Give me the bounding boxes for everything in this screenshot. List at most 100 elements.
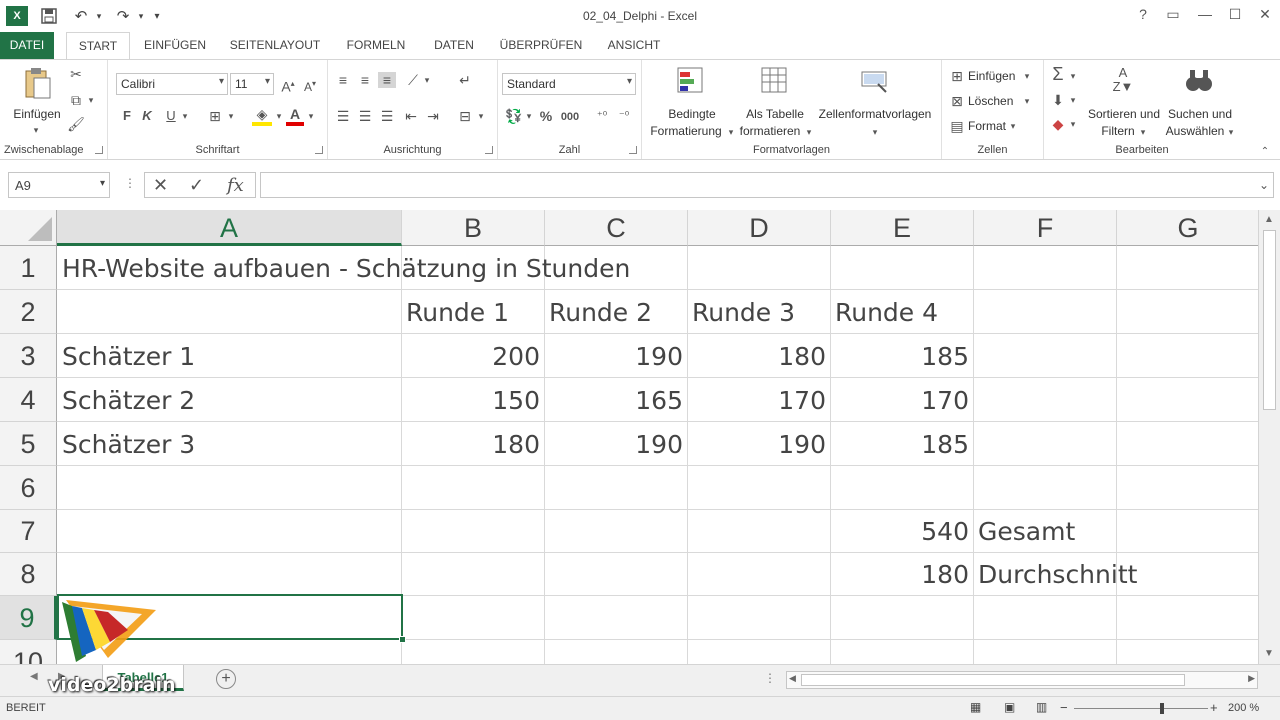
fill-color-icon[interactable]: ◈ bbox=[252, 106, 272, 126]
format-as-table-icon[interactable] bbox=[758, 66, 792, 100]
vertical-scrollbar[interactable]: ▲ ▼ bbox=[1258, 210, 1280, 664]
align-right-icon[interactable]: ☰ bbox=[378, 108, 396, 124]
row-header-2[interactable]: 2 bbox=[0, 290, 57, 334]
shrink-font-icon[interactable]: A▾ bbox=[302, 76, 318, 95]
cell-e3[interactable]: 185 bbox=[831, 342, 969, 371]
orientation-dropdown-icon[interactable]: ▾ bbox=[422, 72, 432, 88]
cell-c3[interactable]: 190 bbox=[545, 342, 683, 371]
row-header-5[interactable]: 5 bbox=[0, 422, 57, 466]
find-select-icon[interactable] bbox=[1182, 66, 1216, 100]
alignment-launcher-icon[interactable] bbox=[485, 146, 493, 154]
tab-start[interactable]: START bbox=[66, 32, 130, 60]
format-dropdown-icon[interactable]: ▾ bbox=[1008, 118, 1018, 134]
font-color-icon[interactable]: A bbox=[286, 106, 304, 126]
cell-styles-icon[interactable] bbox=[858, 66, 892, 100]
copy-icon[interactable]: ⧉ bbox=[66, 92, 86, 108]
column-header-d[interactable]: D bbox=[688, 210, 831, 246]
decrease-indent-icon[interactable]: ⇤ bbox=[402, 108, 420, 124]
tab-insert[interactable]: EINFÜGEN bbox=[136, 32, 214, 59]
tab-split-icon[interactable]: ⋮ bbox=[764, 671, 776, 685]
bold-button[interactable]: F bbox=[120, 108, 134, 124]
cell-e7[interactable]: 540 bbox=[831, 517, 969, 546]
select-all-corner[interactable] bbox=[0, 210, 57, 246]
orientation-icon[interactable]: ⟋ bbox=[404, 72, 422, 88]
cell-d4[interactable]: 170 bbox=[688, 386, 826, 415]
zoom-slider-thumb[interactable] bbox=[1160, 703, 1164, 714]
zoom-in-icon[interactable]: + bbox=[1210, 700, 1218, 715]
font-color-dropdown-icon[interactable]: ▾ bbox=[306, 108, 316, 124]
fill-icon[interactable]: ⬇ bbox=[1048, 92, 1068, 108]
sort-filter-icon[interactable]: A Z▼ bbox=[1106, 66, 1140, 100]
cell-f7[interactable]: Gesamt bbox=[978, 517, 1075, 546]
font-size-combo[interactable]: 11 ▾ bbox=[230, 73, 274, 95]
delete-cells-button[interactable]: Löschen bbox=[968, 93, 1018, 109]
maximize-button[interactable]: ☐ bbox=[1222, 6, 1248, 26]
cell-d5[interactable]: 190 bbox=[688, 430, 826, 459]
cell-e4[interactable]: 170 bbox=[831, 386, 969, 415]
format-as-table-label-1[interactable]: Als Tabelle bbox=[740, 106, 810, 122]
insert-function-icon[interactable]: fx bbox=[227, 175, 244, 196]
column-header-f[interactable]: F bbox=[974, 210, 1117, 246]
align-center-icon[interactable]: ☰ bbox=[356, 108, 374, 124]
cell-c2[interactable]: Runde 2 bbox=[549, 298, 652, 327]
delete-cells-icon[interactable]: ⊠ bbox=[948, 93, 966, 109]
cell-c5[interactable]: 190 bbox=[545, 430, 683, 459]
cell-b5[interactable]: 180 bbox=[402, 430, 540, 459]
find-select-dropdown-icon[interactable]: ▾ bbox=[1226, 124, 1236, 140]
accounting-format-icon[interactable]: 💱 bbox=[504, 108, 524, 124]
cell-c4[interactable]: 165 bbox=[545, 386, 683, 415]
conditional-formatting-icon[interactable] bbox=[674, 66, 708, 100]
row-header-1[interactable]: 1 bbox=[0, 246, 57, 290]
format-painter-icon[interactable]: 🖌 bbox=[66, 116, 86, 132]
collapse-ribbon-icon[interactable]: ⌃ bbox=[1258, 144, 1272, 160]
tab-data[interactable]: DATEN bbox=[424, 32, 484, 59]
scroll-left-icon[interactable]: ◀ bbox=[789, 673, 796, 684]
column-header-g[interactable]: G bbox=[1117, 210, 1258, 246]
cell-a5[interactable]: Schätzer 3 bbox=[62, 430, 195, 459]
wrap-text-icon[interactable]: ↵ bbox=[456, 72, 474, 88]
row-header-3[interactable]: 3 bbox=[0, 334, 57, 378]
cell-styles-label[interactable]: Zellenformatvorlagen bbox=[814, 106, 936, 122]
merge-center-icon[interactable]: ⊟ bbox=[456, 108, 474, 124]
zoom-level[interactable]: 200 % bbox=[1228, 702, 1259, 714]
cell-b4[interactable]: 150 bbox=[402, 386, 540, 415]
cut-icon[interactable]: ✂ bbox=[66, 66, 86, 82]
align-middle-icon[interactable]: ≡ bbox=[356, 72, 374, 88]
cell-a3[interactable]: Schätzer 1 bbox=[62, 342, 195, 371]
tab-formulas[interactable]: FORMELN bbox=[336, 32, 416, 59]
align-bottom-icon[interactable]: ≡ bbox=[378, 72, 396, 88]
underline-button[interactable]: U bbox=[164, 108, 178, 124]
cell-d2[interactable]: Runde 3 bbox=[692, 298, 795, 327]
ribbon-display-options-icon[interactable]: ▭ bbox=[1160, 6, 1186, 26]
increase-indent-icon[interactable]: ⇥ bbox=[424, 108, 442, 124]
insert-dropdown-icon[interactable]: ▾ bbox=[1022, 68, 1032, 84]
fill-color-dropdown-icon[interactable]: ▾ bbox=[274, 108, 284, 124]
cell-a1[interactable]: HR-Website aufbauen - Schätzung in Stund… bbox=[62, 254, 630, 283]
decrease-decimal-icon[interactable]: ⁻⁰ bbox=[614, 108, 634, 124]
zoom-out-icon[interactable]: − bbox=[1060, 700, 1068, 715]
increase-decimal-icon[interactable]: ⁺⁰ bbox=[592, 108, 612, 124]
format-as-table-label-2[interactable]: formatieren bbox=[734, 123, 806, 139]
horizontal-scrollbar[interactable]: ◀ ▶ bbox=[786, 671, 1258, 689]
cell-styles-dropdown-icon[interactable]: ▾ bbox=[870, 124, 880, 140]
scroll-right-icon[interactable]: ▶ bbox=[1248, 673, 1255, 684]
borders-dropdown-icon[interactable]: ▾ bbox=[226, 108, 236, 124]
minimize-button[interactable]: — bbox=[1192, 6, 1218, 26]
font-name-combo[interactable]: Calibri ▾ bbox=[116, 73, 228, 95]
insert-cells-button[interactable]: Einfügen bbox=[968, 68, 1018, 84]
formula-bar-grip-icon[interactable]: ⋮ bbox=[124, 176, 136, 190]
number-launcher-icon[interactable] bbox=[629, 146, 637, 154]
column-header-b[interactable]: B bbox=[402, 210, 545, 246]
format-cells-button[interactable]: Format bbox=[968, 118, 1012, 134]
find-select-label-1[interactable]: Suchen und bbox=[1162, 106, 1238, 122]
page-layout-view-icon[interactable]: ▣ bbox=[1004, 700, 1015, 714]
row-header-4[interactable]: 4 bbox=[0, 378, 57, 422]
cell-b2[interactable]: Runde 1 bbox=[406, 298, 509, 327]
column-header-e[interactable]: E bbox=[831, 210, 974, 246]
merge-dropdown-icon[interactable]: ▾ bbox=[476, 108, 486, 124]
conditional-formatting-label-1[interactable]: Bedingte bbox=[648, 106, 736, 122]
cell-e2[interactable]: Runde 4 bbox=[835, 298, 938, 327]
clear-dropdown-icon[interactable]: ▾ bbox=[1068, 116, 1078, 132]
fill-dropdown-icon[interactable]: ▾ bbox=[1068, 92, 1078, 108]
cell-a4[interactable]: Schätzer 2 bbox=[62, 386, 195, 415]
